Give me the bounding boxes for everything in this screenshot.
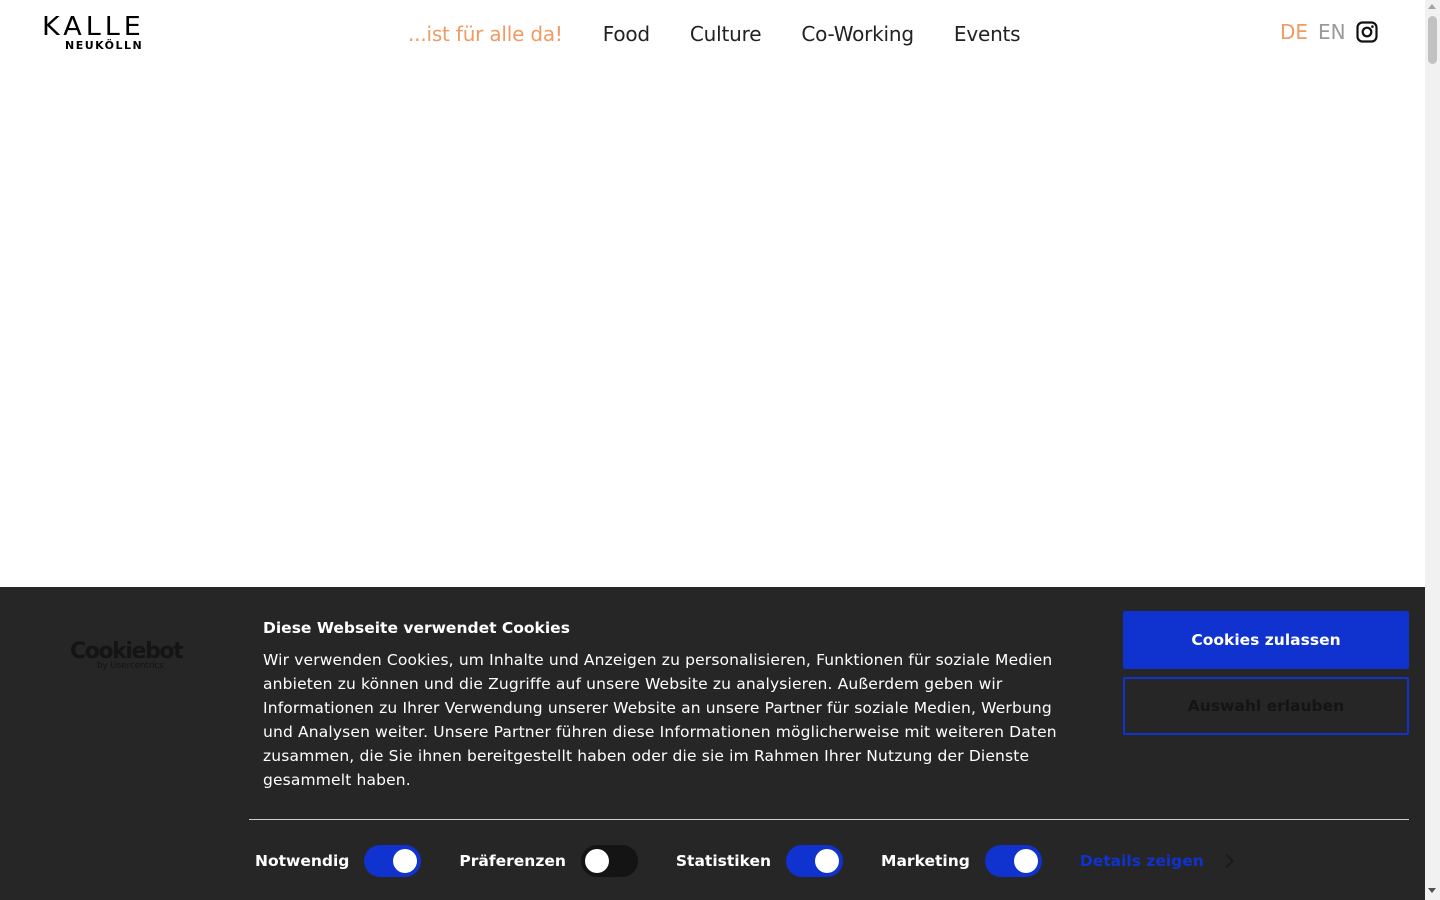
cookie-banner: Cookiebot by Usercentrics Diese Webseite… <box>0 587 1425 900</box>
toggle-knob <box>815 849 840 873</box>
toggle-label-necessary: Notwendig <box>255 852 350 870</box>
scroll-up-arrow-icon[interactable] <box>1428 4 1436 9</box>
chevron-right-icon <box>1219 853 1234 869</box>
nav-item-fuer-alle[interactable]: ...ist für alle da! <box>408 22 563 46</box>
toggle-preferences[interactable] <box>580 845 638 877</box>
cookie-title: Diese Webseite verwendet Cookies <box>263 619 570 637</box>
scrollbar-thumb[interactable] <box>1428 16 1437 64</box>
cookiebot-logo-text: Cookiebot <box>70 639 184 664</box>
cookiebot-logo-subtext: by Usercentrics <box>97 661 164 671</box>
main-nav: ...ist für alle da! Food Culture Co-Work… <box>408 20 1060 48</box>
lang-en[interactable]: EN <box>1318 20 1346 44</box>
toggle-label-preferences: Präferenzen <box>459 852 566 870</box>
logo-title: KALLE <box>42 12 145 42</box>
toggle-group-necessary: Notwendig <box>255 845 422 877</box>
toggle-group-statistics: Statistiken <box>675 845 844 877</box>
nav-item-co-working[interactable]: Co-Working <box>801 22 914 46</box>
logo[interactable]: KALLE NEUKÖLLN <box>42 14 166 54</box>
cookie-divider <box>249 819 1409 820</box>
lang-de[interactable]: DE <box>1280 20 1308 44</box>
toggle-label-marketing: Marketing <box>881 852 970 870</box>
show-details-link[interactable]: Details zeigen <box>1079 852 1234 870</box>
instagram-icon[interactable] <box>1356 21 1378 43</box>
allow-all-cookies-button[interactable]: Cookies zulassen <box>1123 611 1409 669</box>
allow-selection-button[interactable]: Auswahl erlauben <box>1123 677 1409 735</box>
toggle-group-preferences: Präferenzen <box>459 845 638 877</box>
language-switcher: DE EN <box>1280 20 1378 44</box>
nav-item-culture[interactable]: Culture <box>690 22 762 46</box>
toggle-marketing[interactable] <box>984 845 1042 877</box>
nav-item-food[interactable]: Food <box>603 22 650 46</box>
toggle-necessary[interactable] <box>364 845 422 877</box>
toggle-statistics[interactable] <box>786 845 844 877</box>
cookie-consent-toggles: Notwendig Präferenzen Statistiken Market… <box>255 845 1234 877</box>
toggle-knob <box>393 849 418 873</box>
toggle-knob <box>584 849 609 873</box>
nav-item-events[interactable]: Events <box>954 22 1021 46</box>
toggle-label-statistics: Statistiken <box>675 852 772 870</box>
scroll-down-arrow-icon[interactable] <box>1428 888 1436 893</box>
page-scrollbar[interactable] <box>1425 0 1440 900</box>
cookiebot-logo: Cookiebot by Usercentrics <box>70 639 184 675</box>
logo-subtitle: NEUKÖLLN <box>65 39 144 52</box>
cookie-description: Wir verwenden Cookies, um Inhalte und An… <box>263 651 1057 789</box>
page: KALLE NEUKÖLLN ...ist für alle da! Food … <box>0 0 1440 900</box>
show-details-label: Details zeigen <box>1079 852 1204 870</box>
toggle-knob <box>1013 849 1038 873</box>
toggle-group-marketing: Marketing <box>881 845 1042 877</box>
